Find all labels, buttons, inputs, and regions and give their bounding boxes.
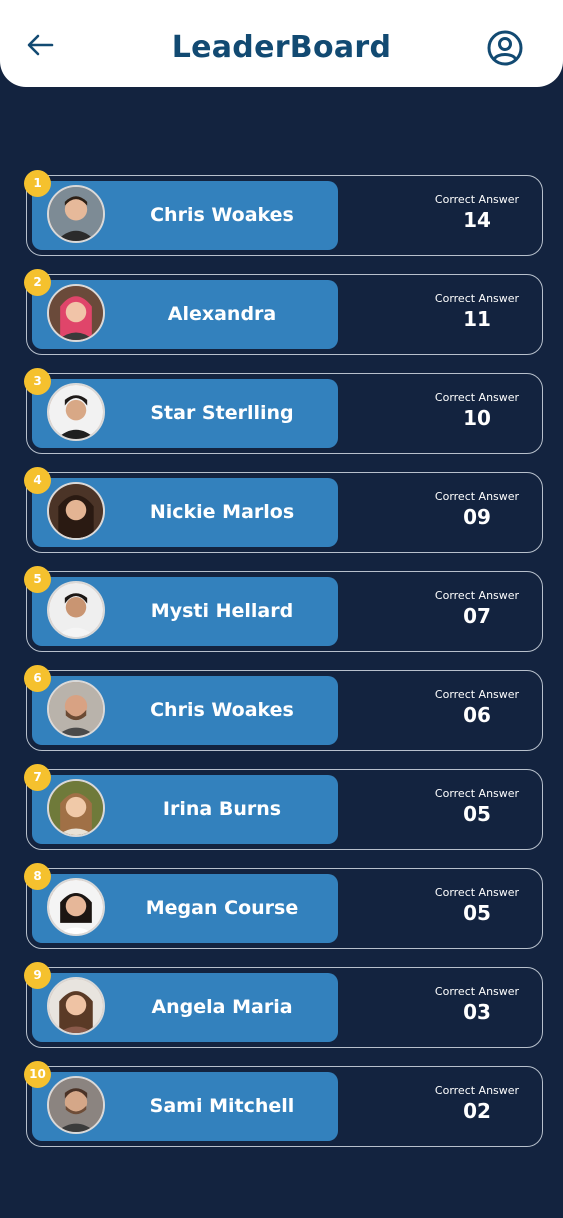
player-name: Angela Maria [151, 996, 293, 1018]
score-label: Correct Answer [434, 1084, 520, 1097]
score-label: Correct Answer [434, 688, 520, 701]
avatar-icon [49, 484, 103, 538]
player-name: Chris Woakes [150, 204, 294, 226]
score-label: Correct Answer [434, 589, 520, 602]
score-value: 02 [463, 1099, 491, 1123]
leaderboard-row[interactable]: Angela Maria 9 Correct Answer 03 [24, 962, 543, 1048]
score-value: 05 [463, 802, 491, 826]
leaderboard-row[interactable]: Star Sterlling 3 Correct Answer 10 [24, 368, 543, 454]
avatar-icon [49, 682, 103, 736]
score-value: 11 [463, 307, 491, 331]
avatar [47, 284, 105, 342]
user-circle-icon [487, 30, 523, 66]
player-name: Star Sterlling [150, 402, 294, 424]
player-name: Sami Mitchell [149, 1095, 295, 1117]
rank-badge: 6 [24, 665, 51, 692]
rank-badge: 7 [24, 764, 51, 791]
leaderboard-row[interactable]: Mysti Hellard 5 Correct Answer 07 [24, 566, 543, 652]
score-value: 14 [463, 208, 491, 232]
score-label: Correct Answer [434, 490, 520, 503]
leaderboard-row[interactable]: Nickie Marlos 4 Correct Answer 09 [24, 467, 543, 553]
rank-badge: 3 [24, 368, 51, 395]
score-value: 07 [463, 604, 491, 628]
score-value: 05 [463, 901, 491, 925]
player-name: Chris Woakes [150, 699, 294, 721]
leaderboard-list: Chris Woakes 1 Correct Answer 14 Alexand… [24, 170, 543, 1165]
score-label: Correct Answer [434, 985, 520, 998]
avatar-icon [49, 781, 103, 835]
avatar [47, 680, 105, 738]
rank-badge: 2 [24, 269, 51, 296]
player-name: Nickie Marlos [149, 501, 295, 523]
rank-badge: 9 [24, 962, 51, 989]
score-label: Correct Answer [434, 292, 520, 305]
app-header: LeaderBoard [0, 0, 563, 87]
avatar [47, 482, 105, 540]
avatar-icon [49, 1078, 103, 1132]
score-value: 06 [463, 703, 491, 727]
avatar-icon [49, 385, 103, 439]
score-label: Correct Answer [434, 193, 520, 206]
leaderboard-row[interactable]: Alexandra 2 Correct Answer 11 [24, 269, 543, 355]
rank-badge: 10 [24, 1061, 51, 1088]
score-label: Correct Answer [434, 787, 520, 800]
page-title: LeaderBoard [171, 30, 392, 65]
player-name: Megan Course [145, 897, 299, 919]
leaderboard-row[interactable]: Chris Woakes 6 Correct Answer 06 [24, 665, 543, 751]
avatar-icon [49, 880, 103, 934]
score-value: 10 [463, 406, 491, 430]
rank-badge: 1 [24, 170, 51, 197]
player-name: Irina Burns [162, 798, 282, 820]
avatar-icon [49, 187, 103, 241]
score-value: 03 [463, 1000, 491, 1024]
rank-badge: 8 [24, 863, 51, 890]
score-label: Correct Answer [434, 391, 520, 404]
avatar-icon [49, 583, 103, 637]
avatar [47, 878, 105, 936]
leaderboard-row[interactable]: Irina Burns 7 Correct Answer 05 [24, 764, 543, 850]
avatar [47, 779, 105, 837]
avatar [47, 383, 105, 441]
rank-badge: 5 [24, 566, 51, 593]
profile-button[interactable] [485, 28, 525, 68]
avatar [47, 977, 105, 1035]
avatar-icon [49, 979, 103, 1033]
rank-badge: 4 [24, 467, 51, 494]
avatar-icon [49, 286, 103, 340]
player-name: Mysti Hellard [150, 600, 294, 622]
avatar [47, 185, 105, 243]
leaderboard-row[interactable]: Megan Course 8 Correct Answer 05 [24, 863, 543, 949]
avatar [47, 1076, 105, 1134]
score-label: Correct Answer [434, 886, 520, 899]
score-value: 09 [463, 505, 491, 529]
leaderboard-row[interactable]: Sami Mitchell 10 Correct Answer 02 [24, 1061, 543, 1147]
leaderboard-row[interactable]: Chris Woakes 1 Correct Answer 14 [24, 170, 543, 256]
avatar [47, 581, 105, 639]
player-name: Alexandra [167, 303, 277, 325]
